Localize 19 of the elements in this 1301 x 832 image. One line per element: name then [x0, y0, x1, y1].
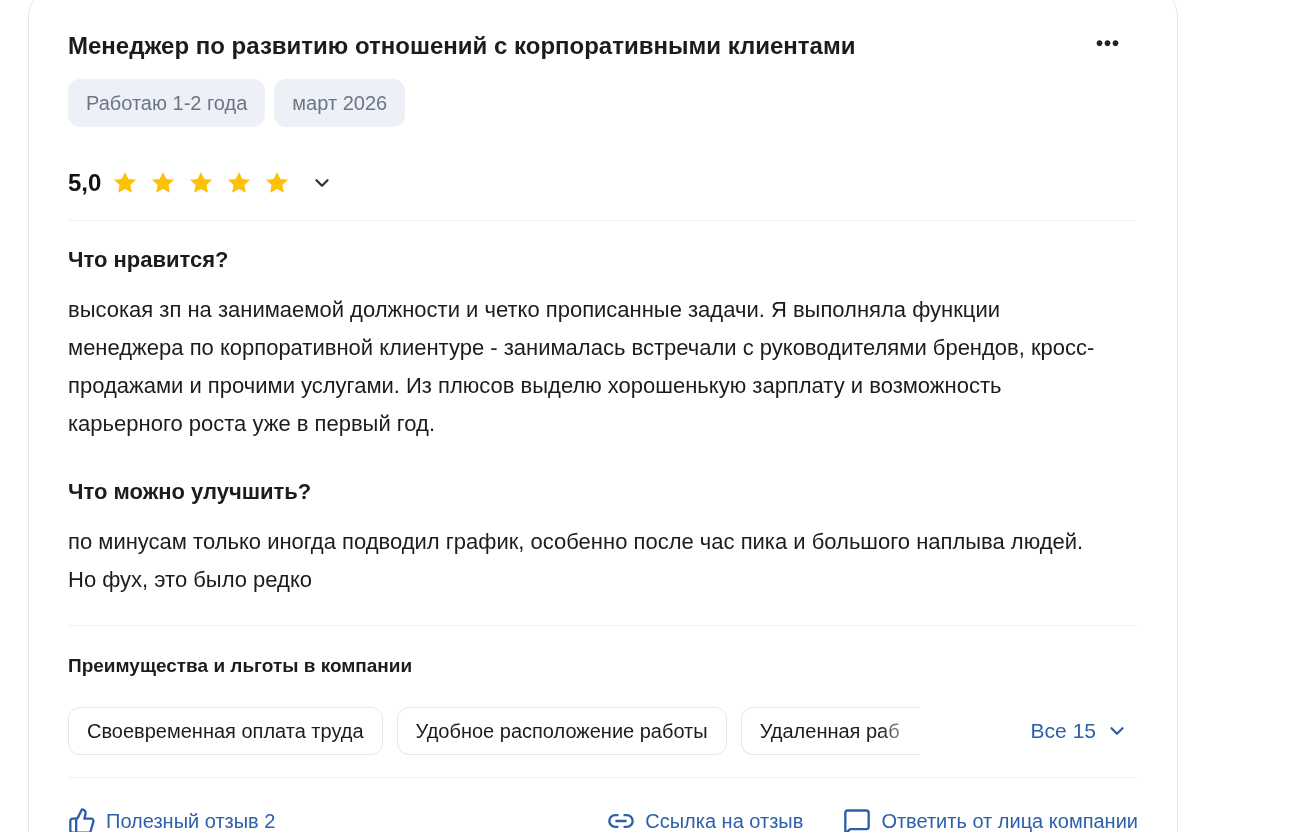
action-link[interactable]: Полезный отзыв 2	[68, 805, 276, 832]
chat-icon	[843, 806, 872, 832]
section-heading: Что нравится?	[68, 246, 230, 274]
tag: март 2026	[274, 79, 406, 127]
tag: Работаю 1-2 года	[68, 79, 266, 127]
benefits-heading: Преимущества и льготы в компании	[68, 654, 414, 678]
section-heading: Что можно улучшить?	[68, 478, 313, 506]
action-link[interactable]: Ответить от лица компании	[843, 805, 1138, 832]
show-all-button[interactable]: Все 15	[1030, 714, 1128, 747]
benefit-chip: Удобное расположение работы	[396, 706, 727, 755]
rating-value: 5,0	[68, 168, 102, 198]
review-text: по минусам только иногда подводил график, особенно после час пика и большого наплыва людей. Но фух, это было редко	[68, 528, 1085, 594]
more-menu-button[interactable]: •••	[1096, 33, 1120, 53]
benefit-chip: Удаленная раб	[740, 706, 920, 755]
review-title: Менеджер по развитию отношений с корпоративными клиентами	[68, 31, 856, 61]
benefit-chip: Своевременная оплата труда	[68, 706, 383, 755]
action-link[interactable]: Ссылка на отзыв	[607, 805, 804, 832]
thumbs-up-icon	[68, 806, 96, 832]
review-text: высокая зп на занимаемой должности и четко прописанные задачи. Я выполняла функции менеджера по корпоративной клиентуре - занималась встречали с руководителями брендов, кросс-продажами и прочими услугами. Из плюсов выделю хорошенькую зарплату и возможность карьерного роста уже в первый год.	[68, 296, 1096, 438]
